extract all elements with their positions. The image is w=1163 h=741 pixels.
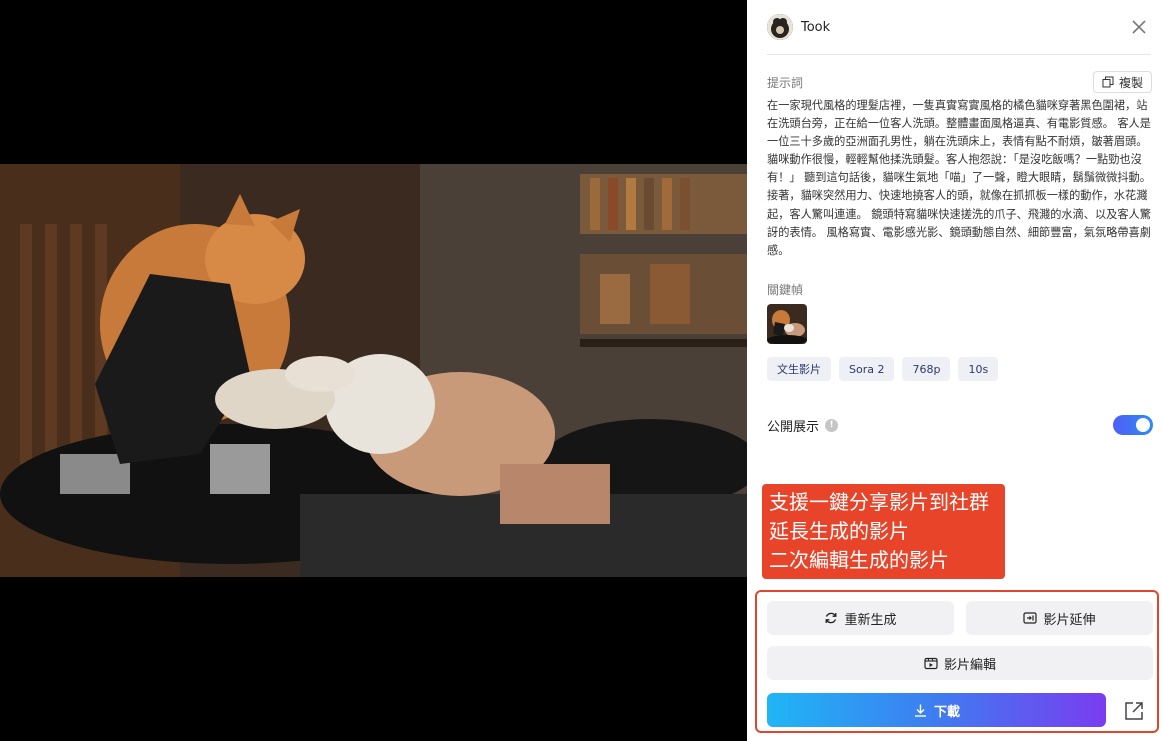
- app-root: Took 提示詞 複製 在一家現代風格的理髮店裡，一隻真實寫實風格的橘色貓咪穿著…: [0, 0, 1163, 741]
- panel-header: Took: [767, 12, 1151, 42]
- tag-item: 768p: [902, 357, 951, 381]
- tag-list: 文生影片 Sora 2 768p 10s: [767, 357, 999, 381]
- copy-button[interactable]: 複製: [1092, 71, 1152, 93]
- download-button[interactable]: 下載: [767, 693, 1106, 727]
- prompt-text: 在一家現代風格的理髮店裡，一隻真實寫實風格的橘色貓咪穿著黑色圍裙，站在洗頭台旁，…: [767, 99, 1151, 257]
- username[interactable]: Took: [801, 20, 830, 35]
- annotation-banner: 支援一鍵分享影片到社群 延長生成的影片 二次編輯生成的影片: [762, 484, 1005, 579]
- copy-icon: [1102, 76, 1114, 88]
- public-display-label: 公開展示: [767, 419, 820, 435]
- edit-video-button[interactable]: 影片編輯: [767, 646, 1153, 680]
- annotation-line: 支援一鍵分享影片到社群: [769, 490, 989, 514]
- video-edit-icon: [924, 657, 938, 670]
- copy-label: 複製: [1118, 75, 1143, 90]
- extend-video-label: 影片延伸: [1043, 612, 1096, 628]
- close-button[interactable]: [1127, 15, 1151, 39]
- tag-item: Sora 2: [839, 357, 895, 381]
- download-icon: [914, 704, 926, 717]
- video-still-image: [0, 164, 747, 577]
- prompt-label: 提示詞: [767, 76, 804, 90]
- edit-video-label: 影片編輯: [943, 657, 996, 673]
- header-divider: [767, 54, 1151, 55]
- toggle-knob: [1136, 418, 1150, 432]
- annotation-line: 延長生成的影片: [769, 519, 909, 543]
- extend-video-button[interactable]: 影片延伸: [966, 601, 1153, 635]
- info-icon[interactable]: !: [825, 418, 839, 432]
- keyframe-image: [767, 304, 807, 344]
- tag-item: 10s: [958, 357, 999, 381]
- extend-icon: [1023, 612, 1038, 624]
- keyframe-thumbnail[interactable]: [767, 304, 807, 344]
- annotation-line: 二次編輯生成的影片: [769, 548, 949, 572]
- public-display-toggle[interactable]: [1113, 415, 1153, 435]
- share-button[interactable]: [1118, 696, 1150, 726]
- avatar-image: [767, 14, 793, 40]
- regenerate-button[interactable]: 重新生成: [767, 601, 954, 635]
- public-display-row: 公開展示 !: [767, 413, 1153, 437]
- regenerate-label: 重新生成: [844, 612, 897, 628]
- download-label: 下載: [933, 704, 960, 720]
- video-preview-area: [0, 0, 747, 741]
- refresh-icon: [826, 612, 837, 624]
- tag-item: 文生影片: [767, 357, 831, 381]
- share-external-icon: [1125, 702, 1143, 720]
- video-frame[interactable]: [0, 164, 747, 577]
- keyframe-label: 關鍵幀: [767, 283, 804, 297]
- close-icon: [1132, 20, 1146, 34]
- avatar[interactable]: [767, 14, 793, 40]
